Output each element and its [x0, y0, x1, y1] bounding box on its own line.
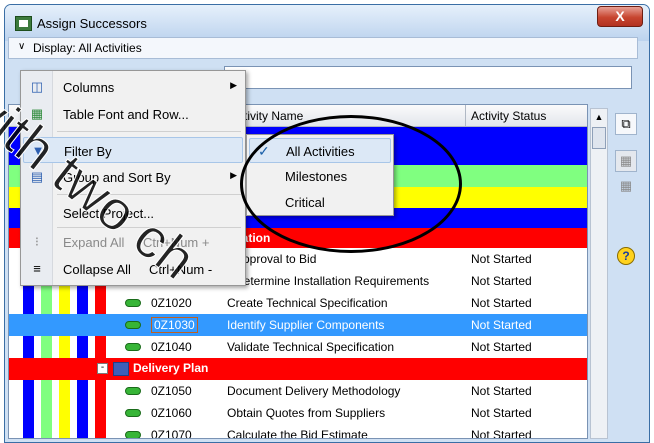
submenu-item-label: Milestones: [285, 169, 348, 184]
filter-icon: ▼: [31, 143, 45, 158]
menu-separator: [57, 131, 241, 132]
submenu-arrow-icon: ▶: [230, 170, 237, 180]
table-row[interactable]: 0Z1040 Validate Technical Specification …: [9, 336, 587, 358]
menu-item-filter-by[interactable]: ▼ Filter By: [23, 137, 243, 163]
milestone-icon: [125, 343, 141, 351]
activity-status: Not Started: [471, 252, 532, 266]
menu-item-select-project[interactable]: Select Project...: [23, 200, 243, 226]
menu-item-expand-all[interactable]: ⁝ Expand All Ctrl+Num +: [23, 229, 243, 255]
milestone-icon: [125, 321, 141, 329]
column-header-label: Activity Status: [471, 109, 547, 123]
activity-name: Identify Supplier Components: [227, 318, 385, 332]
activity-id: 0Z1060: [151, 406, 192, 420]
help-icon[interactable]: ?: [615, 246, 637, 268]
search-input[interactable]: [224, 66, 632, 89]
milestone-icon: [125, 299, 141, 307]
activity-id: 0Z1030: [151, 317, 198, 333]
table-row[interactable]: 0Z1060 Obtain Quotes from Suppliers Not …: [9, 402, 587, 424]
menu-item-collapse-all[interactable]: ≡ Collapse All Ctrl+Num -: [23, 256, 243, 282]
assign-grid-icon[interactable]: ▦: [615, 150, 637, 172]
submenu-item-label: Critical: [285, 195, 325, 210]
vertical-scrollbar[interactable]: ▲: [590, 108, 608, 439]
window-app-icon: [15, 16, 32, 31]
menu-item-table-font[interactable]: ▦ Table Font and Row...: [23, 101, 243, 127]
menu-item-shortcut: Ctrl+Num -: [149, 262, 213, 277]
activity-status: Not Started: [471, 340, 532, 354]
menu-item-label: Expand All: [63, 235, 125, 250]
menu-item-label: Collapse All: [63, 262, 131, 277]
activity-status: Not Started: [471, 406, 532, 420]
submenu-item-milestones[interactable]: Milestones: [249, 164, 391, 189]
group-row-label: Delivery Plan: [133, 361, 209, 375]
scroll-up-icon[interactable]: ▲: [591, 109, 607, 125]
milestone-icon: [125, 431, 141, 438]
table-row[interactable]: 0Z1070 Calculate the Bid Estimate Not St…: [9, 424, 587, 439]
menu-separator: [57, 227, 241, 228]
activity-status: Not Started: [471, 318, 532, 332]
activity-status: Not Started: [471, 274, 532, 288]
menu-item-label: Columns: [63, 80, 115, 95]
milestone-icon: [125, 387, 141, 395]
remove-grid-icon[interactable]: ▦: [615, 176, 637, 198]
scroll-thumb[interactable]: [592, 127, 606, 149]
activity-id: 0Z1050: [151, 384, 192, 398]
menu-item-group-sort[interactable]: ▤ Group and Sort By ▶: [23, 164, 243, 190]
window-title: Assign Successors: [37, 16, 147, 31]
menu-separator: [57, 194, 241, 195]
menu-item-shortcut: Ctrl+Num +: [143, 235, 210, 250]
table-row-selected[interactable]: 0Z1030 Identify Supplier Components Not …: [9, 314, 587, 336]
activity-name: Document Delivery Methodology: [227, 384, 401, 398]
menu-item-columns[interactable]: ◫ Columns ▶: [23, 74, 243, 100]
display-options-menu: ◫ Columns ▶ ▦ Table Font and Row... ▼ Fi…: [20, 70, 246, 286]
menu-item-label: Filter By: [64, 144, 112, 159]
group-sort-icon: ▤: [30, 169, 44, 184]
wbs-icon: [113, 362, 129, 376]
columns-icon: ◫: [30, 79, 44, 94]
collapse-toggle-icon[interactable]: -: [97, 363, 108, 374]
activity-id: 0Z1020: [151, 296, 192, 310]
activity-name: Approval to Bid: [235, 252, 317, 266]
filter-by-submenu: ✓ All Activities Milestones Critical: [246, 134, 394, 216]
activity-id: 0Z1040: [151, 340, 192, 354]
submenu-item-label: All Activities: [286, 144, 355, 159]
expand-icon: ⁝: [34, 234, 40, 249]
activity-status: Not Started: [471, 428, 532, 439]
milestone-icon: [125, 409, 141, 417]
chevron-down-icon: ∨: [18, 41, 26, 52]
display-filter-bar[interactable]: ∨ Display: All Activities: [8, 37, 638, 59]
submenu-item-critical[interactable]: Critical: [249, 190, 391, 215]
display-filter-label: Display: All Activities: [33, 41, 142, 55]
maximize-panel-icon[interactable]: ⧉: [615, 113, 637, 135]
activity-name: Determine Installation Requirements: [235, 274, 430, 288]
group-row-delivery-plan[interactable]: - Delivery Plan: [9, 358, 587, 380]
close-button[interactable]: X: [597, 6, 643, 27]
table-row[interactable]: 0Z1020 Create Technical Specification No…: [9, 292, 587, 314]
activity-id: 0Z1070: [151, 428, 192, 439]
table-font-icon: ▦: [30, 106, 44, 121]
activity-name: Create Technical Specification: [227, 296, 388, 310]
activity-name: Validate Technical Specification: [227, 340, 394, 354]
column-header-activity-name[interactable]: Activity Name: [225, 105, 466, 127]
title-bar: Assign Successors X: [5, 5, 649, 41]
submenu-item-all-activities[interactable]: ✓ All Activities: [249, 138, 391, 163]
menu-item-label: Table Font and Row...: [63, 107, 189, 122]
menu-item-label: Group and Sort By: [63, 170, 171, 185]
checkmark-icon: ✓: [258, 143, 270, 159]
submenu-arrow-icon: ▶: [230, 80, 237, 90]
collapse-icon: ≡: [33, 261, 41, 276]
activity-name: Obtain Quotes from Suppliers: [227, 406, 386, 420]
activity-status: Not Started: [471, 296, 532, 310]
table-row[interactable]: 0Z1050 Document Delivery Methodology Not…: [9, 380, 587, 402]
column-header-activity-status[interactable]: Activity Status: [466, 105, 587, 127]
activity-name: Calculate the Bid Estimate: [227, 428, 368, 439]
menu-item-label: Select Project...: [63, 206, 155, 221]
activity-status: Not Started: [471, 384, 532, 398]
